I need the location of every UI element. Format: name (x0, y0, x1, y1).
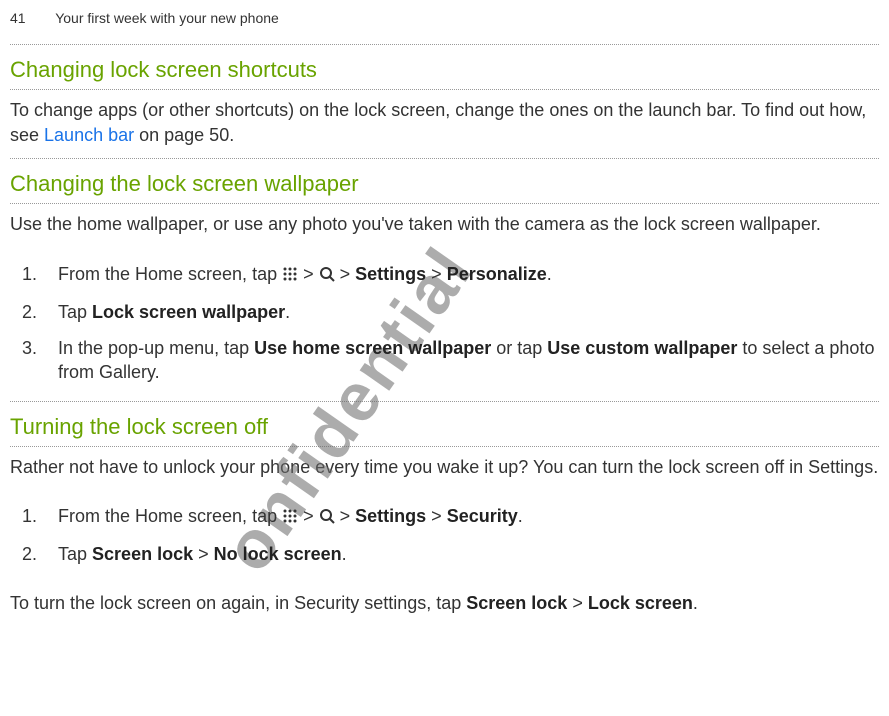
text-use-custom-wallpaper: Use custom wallpaper (547, 338, 737, 358)
text: > (303, 506, 319, 526)
steps-wallpaper: From the Home screen, tap > > Settings >… (10, 248, 879, 401)
text-screen-lock: Screen lock (92, 544, 193, 564)
text: . (547, 264, 552, 284)
text: . (518, 506, 523, 526)
page-header: 41 Your first week with your new phone (10, 10, 879, 44)
text-settings: Settings (355, 264, 426, 284)
text: . (693, 593, 698, 613)
step-item: Tap Screen lock > No lock screen. (40, 536, 879, 572)
text-personalize: Personalize (447, 264, 547, 284)
text: From the Home screen, tap (58, 264, 282, 284)
text-no-lock-screen: No lock screen (214, 544, 342, 564)
section-title-wallpaper: Changing the lock screen wallpaper (10, 159, 879, 203)
text-settings: Settings (355, 506, 426, 526)
step-item: From the Home screen, tap > > Settings >… (40, 498, 879, 536)
text: > (567, 593, 588, 613)
text: > (303, 264, 319, 284)
text-use-home-wallpaper: Use home screen wallpaper (254, 338, 491, 358)
text: From the Home screen, tap (58, 506, 282, 526)
text: > (426, 264, 447, 284)
page-number: 41 (10, 10, 26, 26)
apps-grid-icon (282, 264, 298, 288)
text-lock-screen: Lock screen (588, 593, 693, 613)
text: or tap (491, 338, 547, 358)
text: > (340, 264, 356, 284)
search-icon (319, 506, 335, 530)
search-icon (319, 264, 335, 288)
step-item: Tap Lock screen wallpaper. (40, 294, 879, 330)
step-item: From the Home screen, tap > > Settings >… (40, 256, 879, 294)
step-item: In the pop-up menu, tap Use home screen … (40, 330, 879, 391)
text: Tap (58, 302, 92, 322)
link-launch-bar[interactable]: Launch bar (44, 125, 134, 145)
text: on page 50. (134, 125, 234, 145)
text: . (285, 302, 290, 322)
apps-grid-icon (282, 506, 298, 530)
section-title-shortcuts: Changing lock screen shortcuts (10, 45, 879, 89)
text: > (193, 544, 214, 564)
text: In the pop-up menu, tap (58, 338, 254, 358)
steps-turnoff: From the Home screen, tap > > Settings >… (10, 490, 879, 583)
text: > (340, 506, 356, 526)
text: > (426, 506, 447, 526)
text: To turn the lock screen on again, in Sec… (10, 593, 466, 613)
chapter-title: Your first week with your new phone (55, 10, 279, 26)
section-body-wallpaper: Use the home wallpaper, or use any photo… (10, 204, 879, 247)
text: . (342, 544, 347, 564)
section-title-turnoff: Turning the lock screen off (10, 402, 879, 446)
section-body-turnoff: Rather not have to unlock your phone eve… (10, 447, 879, 490)
section-body-shortcuts: To change apps (or other shortcuts) on t… (10, 90, 879, 158)
text: Tap (58, 544, 92, 564)
text-security: Security (447, 506, 518, 526)
text-screen-lock: Screen lock (466, 593, 567, 613)
text-lock-screen-wallpaper: Lock screen wallpaper (92, 302, 285, 322)
section-footer-turnoff: To turn the lock screen on again, in Sec… (10, 583, 879, 626)
